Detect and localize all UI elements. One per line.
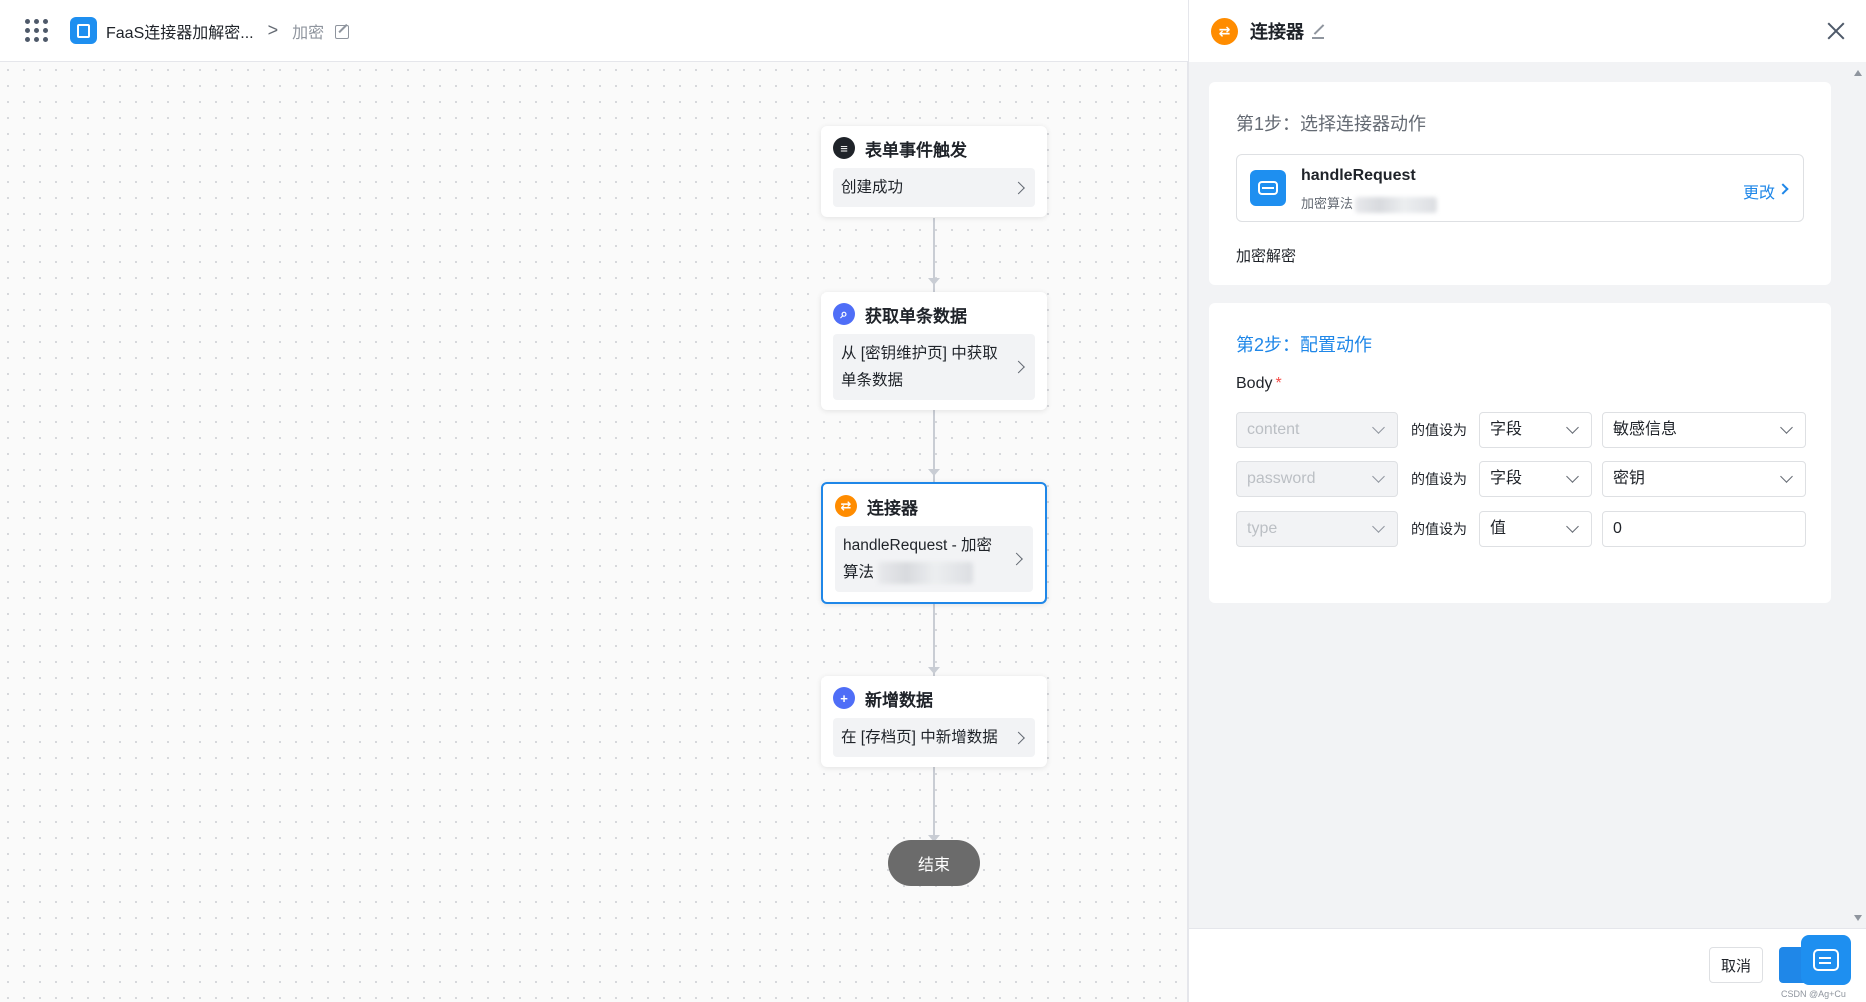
connector-icon: ⇄: [835, 495, 857, 517]
chevron-right-icon: [1012, 181, 1025, 194]
flow-arrow: [928, 278, 940, 285]
action-name: handleRequest: [1301, 167, 1416, 184]
node-body-line: 算法: [843, 564, 875, 581]
flow-node-add-record[interactable]: + 新增数据 在 [存档页] 中新增数据: [821, 676, 1047, 767]
chevron-right-icon: [1012, 360, 1025, 374]
param-key-select: type: [1236, 511, 1398, 547]
api-icon: [1250, 170, 1286, 206]
document-icon: ≡: [833, 137, 855, 159]
node-body-line: 从 [密钥维护页] 中获取: [841, 345, 998, 362]
node-title: 连接器: [867, 498, 918, 518]
search-icon: ⌕: [833, 303, 855, 325]
node-title: 新增数据: [865, 690, 933, 710]
page-name: 加密: [292, 24, 325, 42]
flow-node-get-record[interactable]: ⌕ 获取单条数据 从 [密钥维护页] 中获取 单条数据: [821, 292, 1047, 410]
edit-icon[interactable]: [334, 23, 350, 39]
scroll-down-icon[interactable]: [1854, 915, 1862, 921]
flow-arrow: [928, 469, 940, 476]
node-title: 获取单条数据: [865, 306, 967, 326]
param-value-input[interactable]: 0: [1602, 511, 1806, 547]
chevron-right-icon: [1777, 183, 1789, 195]
chevron-down-icon: [1372, 470, 1385, 483]
app-icon: [70, 17, 97, 44]
step2-card: 第2步：配置动作 Body * content 的值设为 字段 敏感信息 pass…: [1209, 303, 1831, 603]
param-value-select[interactable]: 密钥: [1602, 461, 1806, 497]
chevron-down-icon: [1566, 421, 1579, 434]
redacted-text: [878, 561, 974, 584]
step2-label: 第2步：配置动作: [1236, 335, 1373, 355]
node-body[interactable]: 从 [密钥维护页] 中获取 单条数据: [833, 334, 1035, 400]
pencil-icon[interactable]: [1312, 24, 1326, 39]
flow-node-connector[interactable]: ⇄ 连接器 handleRequest - 加密 算法: [821, 482, 1047, 604]
panel-title: 连接器: [1250, 22, 1304, 42]
chevron-down-icon: [1566, 520, 1579, 533]
flow-node-form-trigger[interactable]: ≡ 表单事件触发 创建成功: [821, 126, 1047, 217]
body-field-label: Body *: [1236, 375, 1282, 392]
chevron-right-icon: [1012, 731, 1025, 744]
plus-icon: +: [833, 687, 855, 709]
set-as-label: 的值设为: [1411, 471, 1467, 487]
chevron-down-icon: [1372, 421, 1385, 434]
top-bar: FaaS连接器加解密... > 加密: [0, 0, 1188, 62]
redacted-text: [1355, 196, 1438, 213]
cancel-button[interactable]: 取消: [1709, 947, 1763, 983]
node-title: 表单事件触发: [865, 140, 967, 160]
selected-action[interactable]: handleRequest 加密算法 更改: [1236, 154, 1804, 222]
scroll-up-icon[interactable]: [1854, 70, 1862, 76]
connector-config-panel: ⇄ 连接器 第1步：选择连接器动作 handleRequest 加密算法 更改 …: [1188, 0, 1866, 1002]
change-action-link[interactable]: 更改: [1743, 179, 1775, 203]
param-value-select[interactable]: 敏感信息: [1602, 412, 1806, 448]
close-icon[interactable]: [1825, 20, 1847, 42]
panel-header: ⇄ 连接器: [1189, 0, 1866, 62]
param-type-select[interactable]: 值: [1479, 511, 1592, 547]
node-body-line: handleRequest - 加密: [843, 537, 993, 554]
set-as-label: 的值设为: [1411, 521, 1467, 537]
app-grid-icon[interactable]: [24, 19, 48, 43]
connector-icon: ⇄: [1211, 17, 1238, 45]
step1-label: 第1步：选择连接器动作: [1236, 114, 1427, 134]
flow-arrow: [928, 667, 940, 674]
param-type-select[interactable]: 字段: [1479, 412, 1592, 448]
node-body-line: 单条数据: [841, 372, 904, 389]
step1-card: 第1步：选择连接器动作 handleRequest 加密算法 更改 加密解密: [1209, 82, 1831, 285]
node-body-text: 在 [存档页] 中新增数据: [841, 729, 998, 746]
chevron-down-icon: [1780, 421, 1793, 434]
panel-footer: 取消 确 CSDN @Ag+Cu: [1189, 928, 1866, 1002]
chat-support-icon[interactable]: [1801, 935, 1851, 985]
chevron-right-icon: [1010, 552, 1023, 566]
param-type-select[interactable]: 字段: [1479, 461, 1592, 497]
set-as-label: 的值设为: [1411, 422, 1467, 438]
node-body[interactable]: handleRequest - 加密 算法: [835, 526, 1033, 592]
watermark: CSDN @Ag+Cu: [1781, 989, 1846, 999]
body-param-row: password 的值设为 字段 密钥: [1236, 461, 1806, 497]
param-key-select: content: [1236, 412, 1398, 448]
action-subtitle: 加密算法: [1301, 193, 1438, 213]
chevron-down-icon: [1372, 520, 1385, 533]
node-body[interactable]: 在 [存档页] 中新增数据: [833, 718, 1035, 757]
app-title[interactable]: FaaS连接器加解密...: [106, 19, 254, 43]
action-description: 加密解密: [1236, 248, 1297, 265]
body-param-row: type 的值设为 值 0: [1236, 511, 1806, 547]
param-key-select: password: [1236, 461, 1398, 497]
node-body-text: 创建成功: [841, 179, 904, 196]
chevron-down-icon: [1780, 470, 1793, 483]
body-param-row: content 的值设为 字段 敏感信息: [1236, 412, 1806, 448]
breadcrumb-separator: >: [267, 20, 279, 40]
node-body[interactable]: 创建成功: [833, 168, 1035, 207]
chevron-down-icon: [1566, 470, 1579, 483]
flow-canvas[interactable]: ≡ 表单事件触发 创建成功 ⌕ 获取单条数据 从 [密钥维护页] 中获取 单条数…: [0, 62, 1188, 1002]
flow-end-node: 结束: [888, 840, 980, 886]
